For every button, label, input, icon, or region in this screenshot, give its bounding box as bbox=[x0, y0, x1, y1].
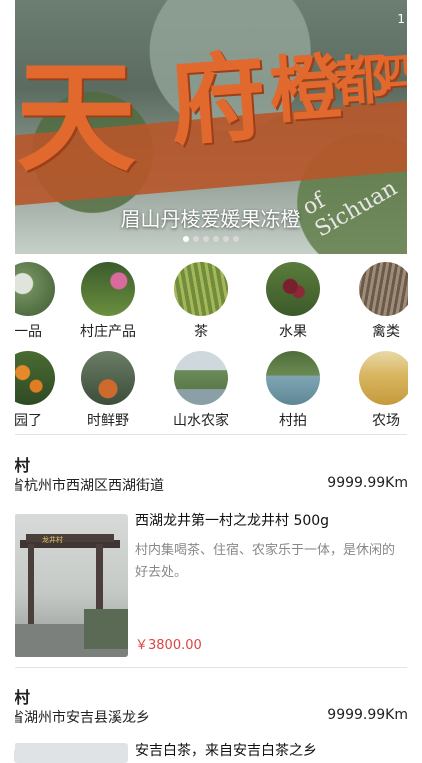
carousel-dot[interactable] bbox=[222, 236, 229, 242]
fishing-photo-icon bbox=[81, 351, 135, 405]
category-label: 时鲜野 bbox=[87, 413, 129, 429]
section-divider bbox=[14, 667, 407, 668]
landscape-photo-icon bbox=[174, 351, 228, 405]
product-price: ￥3800.00 bbox=[135, 638, 202, 653]
carousel-dot[interactable] bbox=[232, 236, 239, 242]
product-description: 村内集喝茶、住宿、农家乐于一体，是休闲的好去处。 bbox=[135, 543, 396, 580]
gate-plaque: 龙井村 bbox=[42, 536, 63, 544]
left-margin bbox=[0, 0, 15, 750]
farm-harvest-photo-icon bbox=[359, 351, 413, 405]
farmer-photo-icon bbox=[81, 262, 135, 316]
category-item[interactable]: 时鲜野 bbox=[63, 351, 153, 430]
carousel-dot[interactable] bbox=[212, 236, 219, 242]
village-distance: 9999.99Km bbox=[327, 707, 408, 723]
section-divider bbox=[14, 434, 407, 435]
product-title: 西湖龙井第一村之龙井村 500g bbox=[135, 513, 330, 529]
tea-field-photo-icon bbox=[174, 262, 228, 316]
right-margin bbox=[408, 0, 422, 750]
category-item[interactable]: 茶 bbox=[156, 262, 246, 341]
category-label: 村拍 bbox=[279, 413, 307, 429]
village-river-photo-icon bbox=[266, 351, 320, 405]
banner-caption: 眉山丹棱爱媛果冻橙 bbox=[120, 207, 301, 231]
product-title: 安吉白茶，来自安吉白茶之乡 bbox=[135, 743, 317, 759]
category-item[interactable]: 水果 bbox=[248, 262, 338, 341]
banner-sign-char: 府 bbox=[165, 39, 270, 160]
village-name: 村 bbox=[14, 688, 31, 707]
category-label: 茶 bbox=[194, 324, 208, 340]
category-item[interactable]: 山水农家 bbox=[156, 351, 246, 430]
village-address: 省湖州市安吉县溪龙乡 bbox=[10, 710, 150, 726]
banner-sign-char: 天 bbox=[16, 47, 136, 188]
carousel-dot[interactable] bbox=[192, 236, 199, 242]
village-distance: 9999.99Km bbox=[327, 475, 408, 491]
category-label: 水果 bbox=[279, 324, 307, 340]
category-label: 村庄产品 bbox=[80, 324, 136, 340]
product-thumbnail[interactable]: 龙井村 bbox=[14, 514, 128, 657]
product-thumbnail[interactable] bbox=[14, 743, 128, 763]
fruit-tree-photo-icon bbox=[266, 262, 320, 316]
carousel-dot[interactable] bbox=[202, 236, 209, 242]
poultry-photo-icon bbox=[359, 262, 413, 316]
category-item[interactable]: 村拍 bbox=[248, 351, 338, 430]
category-label: 山水农家 bbox=[173, 413, 229, 429]
banner-page-indicator: 1 bbox=[397, 12, 405, 26]
carousel-dots bbox=[14, 236, 407, 242]
banner-carousel[interactable]: 天 府 橙 都 四 of Sichuan 1 眉山丹棱爱媛果冻橙 bbox=[14, 0, 407, 254]
banner-sign-char: 四 bbox=[380, 47, 407, 98]
carousel-dot[interactable] bbox=[182, 236, 189, 242]
village-name: 村 bbox=[14, 456, 31, 475]
village-address: 省杭州市西湖区西湖街道 bbox=[10, 478, 164, 494]
category-item[interactable]: 村庄产品 bbox=[63, 262, 153, 341]
